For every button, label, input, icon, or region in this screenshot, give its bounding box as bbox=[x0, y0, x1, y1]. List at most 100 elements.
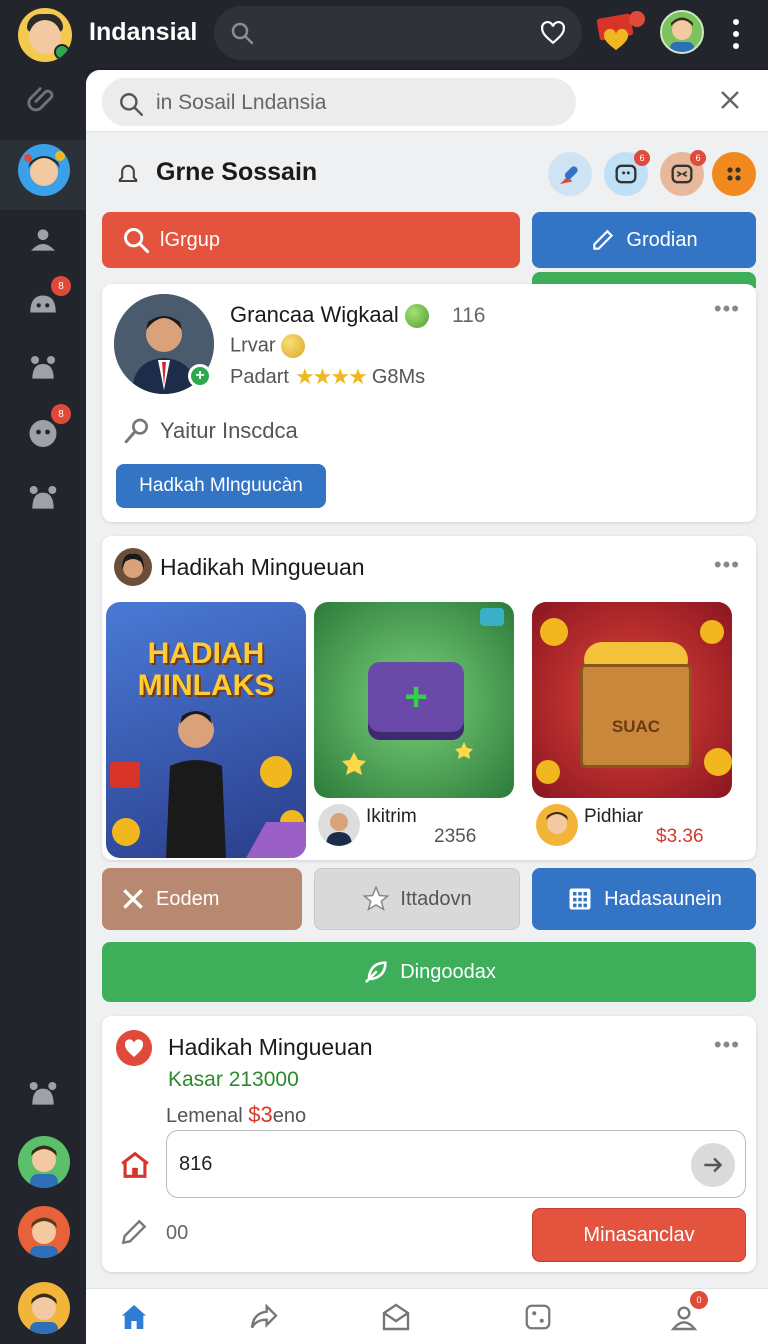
bottom-nav: 0 bbox=[86, 1288, 768, 1344]
money-icon bbox=[404, 304, 429, 329]
user-avatar[interactable] bbox=[660, 10, 704, 54]
gift-tile-box[interactable]: + bbox=[314, 602, 514, 798]
more-options-icon[interactable]: ••• bbox=[714, 1032, 740, 1058]
notification-badge: 6 bbox=[634, 150, 650, 166]
reward-amount: Kasar 213000 bbox=[168, 1068, 299, 1091]
gift-tile-chest[interactable]: SUAC bbox=[532, 602, 732, 798]
rocket-icon[interactable] bbox=[548, 152, 592, 196]
profile-note: Yaitur Inscdca bbox=[160, 418, 298, 443]
coin-icon bbox=[281, 334, 306, 358]
app-logo-avatar[interactable] bbox=[18, 8, 72, 62]
app-name: Indansial bbox=[89, 18, 198, 46]
rail-people-icon[interactable] bbox=[21, 1072, 65, 1116]
panel-search-input[interactable]: in Sosail Lndansia bbox=[102, 78, 576, 126]
search-group-label: lGrgup bbox=[160, 228, 221, 251]
top-bar: Indansial bbox=[0, 0, 768, 68]
coins-decoration-icon bbox=[110, 756, 306, 858]
mask-icon[interactable]: 6 bbox=[660, 150, 706, 196]
ittadovn-label: Ittadovn bbox=[400, 887, 472, 910]
reward-input[interactable]: 816 bbox=[166, 1130, 746, 1198]
tile-avatar[interactable] bbox=[318, 804, 360, 846]
search-icon bbox=[120, 93, 144, 117]
rail-user-avatar[interactable] bbox=[18, 1136, 70, 1188]
user-face-icon bbox=[536, 804, 578, 846]
panel-search-bar: in Sosail Lndansia bbox=[86, 70, 768, 132]
close-icon bbox=[123, 889, 143, 909]
dingoodax-label: Dingoodax bbox=[400, 960, 496, 983]
profile-rank: Padart ★★★★ G8Ms bbox=[230, 364, 425, 390]
coins-decoration-icon bbox=[536, 618, 732, 784]
promo-badge-icon[interactable] bbox=[596, 10, 646, 54]
profile-action-button[interactable]: Hadkah Mlnguucàn bbox=[116, 464, 326, 508]
tile-value: 2356 bbox=[434, 826, 477, 847]
online-dot-icon bbox=[54, 44, 70, 60]
rail-group-icon[interactable] bbox=[21, 218, 65, 262]
dice-icon bbox=[525, 1304, 551, 1330]
star-rating-icon: ★★★★ bbox=[294, 364, 368, 389]
rank-value: G8Ms bbox=[371, 365, 426, 388]
edit-icon bbox=[593, 229, 614, 250]
rail-chat-icon[interactable]: 8 bbox=[21, 276, 71, 326]
rail-community-avatar[interactable] bbox=[18, 144, 70, 196]
tile-name: Pidhiar bbox=[584, 806, 644, 827]
tile-avatar[interactable] bbox=[536, 804, 578, 846]
more-options-icon[interactable]: ••• bbox=[714, 552, 740, 578]
dingoodax-button[interactable]: Dingoodax bbox=[102, 942, 756, 1002]
rail-games-icon[interactable]: 8 bbox=[21, 404, 71, 454]
close-icon[interactable] bbox=[718, 88, 742, 112]
profile-count: 116 bbox=[452, 304, 486, 327]
user-face-icon bbox=[318, 804, 360, 846]
gifts-avatar[interactable] bbox=[114, 548, 152, 586]
hadasaunein-button[interactable]: Hadasaunein bbox=[532, 868, 756, 930]
nav-games[interactable] bbox=[520, 1299, 556, 1335]
apps-grid-icon[interactable] bbox=[712, 152, 756, 196]
ittadovn-button[interactable]: Ittadovn bbox=[314, 868, 520, 930]
eodem-button[interactable]: Eodem bbox=[102, 868, 302, 930]
gifts-title: Hadikah Mingueuan bbox=[160, 554, 365, 580]
section-title: Grne Sossain bbox=[156, 158, 318, 186]
gift-tile-meta: Ikitrim 2356 bbox=[314, 798, 514, 858]
heart-icon[interactable] bbox=[540, 20, 566, 46]
gift-tile-meta: Pidhiar $3.36 bbox=[532, 798, 752, 858]
notification-badge: 6 bbox=[690, 150, 706, 166]
nav-inbox[interactable] bbox=[378, 1299, 414, 1335]
rail-badge: 8 bbox=[51, 276, 71, 296]
search-group-button[interactable]: lGrgup bbox=[102, 212, 520, 268]
reward-line-suffix: eno bbox=[272, 1105, 307, 1127]
more-options-icon[interactable]: ••• bbox=[714, 296, 740, 322]
eodem-label: Eodem bbox=[156, 887, 220, 910]
pin-icon bbox=[124, 418, 148, 444]
search-icon bbox=[231, 22, 254, 45]
rail-friends-icon[interactable] bbox=[21, 346, 65, 390]
reward-small-value: 00 bbox=[166, 1222, 189, 1244]
gift-tile-banner[interactable]: HADIAH MINLAKS bbox=[106, 602, 306, 858]
reward-line: Lemenal $3eno bbox=[166, 1102, 306, 1128]
section-header: Grne Sossain 6 6 bbox=[86, 142, 768, 208]
top-search-bar[interactable] bbox=[214, 6, 582, 60]
bell-icon[interactable] bbox=[114, 160, 142, 188]
rail-user-avatar[interactable] bbox=[18, 1206, 70, 1258]
submit-arrow-button[interactable] bbox=[691, 1143, 735, 1187]
emoji-icon[interactable]: 6 bbox=[604, 150, 650, 196]
rail-user-avatar[interactable] bbox=[18, 1282, 70, 1334]
rail-paperclip-icon[interactable] bbox=[21, 78, 65, 122]
tile-name: Ikitrim bbox=[366, 806, 417, 827]
more-vert-icon[interactable] bbox=[726, 16, 746, 52]
reward-line-prefix: Lemenal bbox=[166, 1105, 243, 1127]
grodian-button[interactable]: Grodian bbox=[532, 212, 756, 268]
pencil-icon[interactable] bbox=[118, 1216, 150, 1248]
reward-submit-button[interactable]: Minasanclav bbox=[532, 1208, 746, 1262]
rail-bear-icon[interactable] bbox=[21, 476, 65, 520]
add-friend-icon[interactable]: + bbox=[188, 364, 212, 388]
profile-card[interactable]: + Grancaa Wigkaal 116 Lrvar Padart ★★★★ … bbox=[102, 284, 756, 522]
nav-share[interactable] bbox=[246, 1299, 282, 1335]
gifts-card: Hadikah Mingueuan ••• HADIAH MINLAKS + I… bbox=[102, 536, 756, 860]
arrow-right-icon bbox=[704, 1157, 723, 1173]
nav-profile[interactable]: 0 bbox=[666, 1291, 708, 1335]
search-placeholder: in Sosail Lndansia bbox=[156, 91, 327, 114]
heart-badge-icon bbox=[116, 1030, 152, 1066]
community-face-icon bbox=[24, 151, 65, 186]
nav-home[interactable] bbox=[116, 1299, 152, 1335]
user-face-icon bbox=[30, 1217, 58, 1258]
home-outline-icon bbox=[121, 1151, 149, 1178]
